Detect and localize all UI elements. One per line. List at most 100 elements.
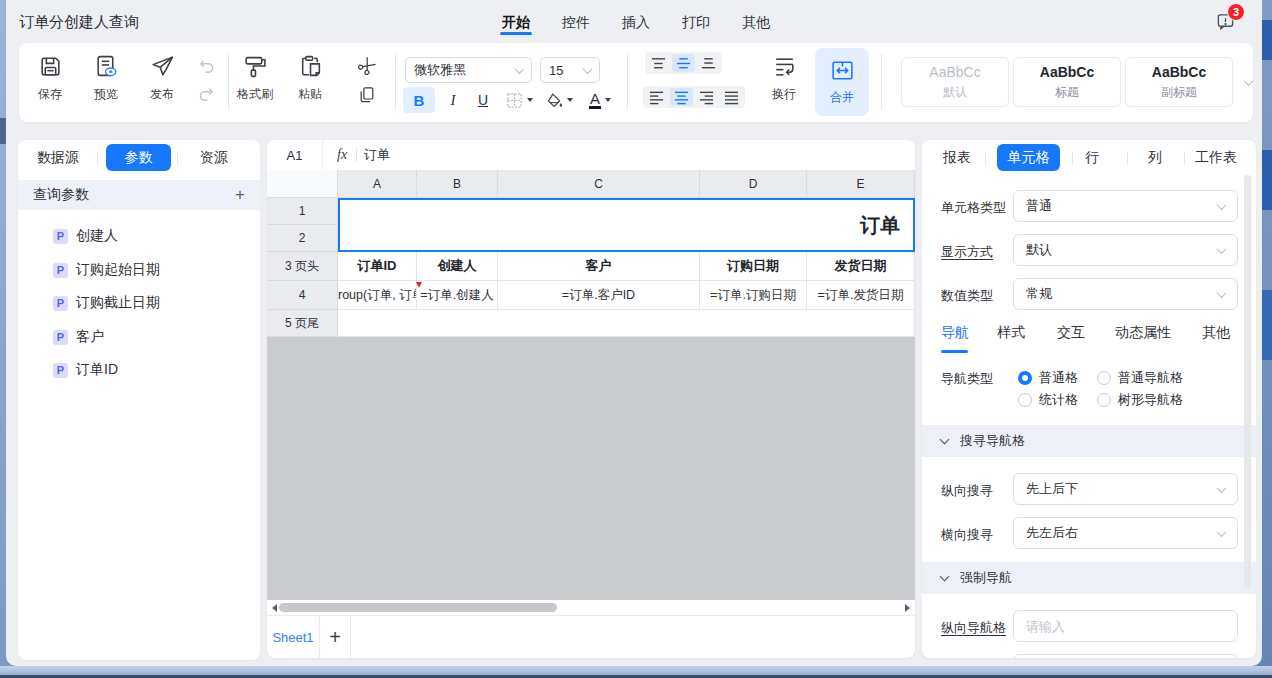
display-mode-select[interactable]: 默认 <box>1013 234 1238 266</box>
font-size-select[interactable]: 15 <box>540 57 600 83</box>
horizontal-search-select[interactable]: 先左后右 <box>1013 517 1238 549</box>
tab-resources[interactable]: 资源 <box>200 149 228 167</box>
scroll-left-icon[interactable] <box>272 604 277 612</box>
vertical-scrollbar-thumb[interactable] <box>1244 175 1251 588</box>
italic-button[interactable]: I <box>440 87 466 113</box>
cell-type-select[interactable]: 普通 <box>1013 190 1238 222</box>
tab-row[interactable]: 行 <box>1085 149 1099 167</box>
subtab-dynamic-props[interactable]: 动态属性 <box>1115 324 1171 342</box>
tab-parameters[interactable]: 参数 <box>106 144 171 171</box>
merge-cells-button[interactable]: 合并 <box>815 48 869 116</box>
cell-d3[interactable]: 订购日期 <box>700 252 807 281</box>
align-justify-button[interactable] <box>720 88 743 106</box>
tab-worksheet[interactable]: 工作表 <box>1195 149 1237 167</box>
align-right-button[interactable] <box>695 88 718 106</box>
cell-e4[interactable]: =订单.发货日期 <box>807 281 915 310</box>
publish-button[interactable]: 发布 <box>134 54 190 103</box>
borders-button[interactable] <box>500 87 538 113</box>
cell-c3[interactable]: 客户 <box>498 252 700 281</box>
vertical-search-select[interactable]: 先上后下 <box>1013 473 1238 505</box>
column-header-c[interactable]: C <box>498 170 700 198</box>
horizontal-nav-cell-input[interactable] <box>1013 654 1238 658</box>
format-painter-button[interactable]: 格式刷 <box>227 54 283 103</box>
row-header-2[interactable]: 2 <box>267 225 338 252</box>
radio-stat-cell[interactable]: 统计格 <box>1018 391 1078 409</box>
wrap-text-button[interactable]: 换行 <box>756 54 812 103</box>
cell-b3[interactable]: 创建人 <box>417 252 498 281</box>
copy-icon[interactable] <box>359 86 375 104</box>
column-header-a[interactable]: A <box>338 170 417 198</box>
tab-datasource[interactable]: 数据源 <box>37 149 79 167</box>
bold-button[interactable]: B <box>403 87 435 113</box>
column-header-d[interactable]: D <box>700 170 807 198</box>
formula-value[interactable]: 订单 <box>364 146 390 164</box>
style-preset-subtitle[interactable]: AaBbCc 副标题 <box>1125 57 1233 107</box>
undo-icon[interactable] <box>198 58 215 75</box>
subtab-interaction[interactable]: 交互 <box>1057 324 1085 342</box>
radio-normal-cell[interactable]: 普通格 <box>1018 369 1078 387</box>
radio-normal-nav-cell[interactable]: 普通导航格 <box>1097 369 1183 387</box>
add-param-button[interactable]: + <box>235 185 245 205</box>
param-item[interactable]: P 订购起始日期 <box>53 260 160 280</box>
align-top-button[interactable] <box>647 54 670 72</box>
param-item[interactable]: P 订单ID <box>53 360 118 380</box>
tab-print[interactable]: 打印 <box>682 14 710 32</box>
underline-button[interactable]: U <box>469 87 497 113</box>
cell-d4[interactable]: =订单.订购日期 <box>700 281 807 310</box>
search-nav-section-header[interactable]: 搜寻导航格 <box>922 425 1256 457</box>
merged-cell-selection[interactable]: 订单 <box>338 198 915 252</box>
paste-button[interactable]: 粘贴 <box>282 54 338 103</box>
radio-tree-nav-cell[interactable]: 树形导航格 <box>1097 391 1183 409</box>
row-header-3[interactable]: 3 页头 <box>267 252 338 281</box>
scrollbar-thumb[interactable] <box>279 603 557 612</box>
cell-a4[interactable]: roup(订单, 订单 <box>338 281 417 310</box>
column-header-b[interactable]: B <box>417 170 498 198</box>
param-item[interactable]: P 客户 <box>53 327 104 347</box>
subtab-others[interactable]: 其他 <box>1202 324 1230 342</box>
fill-color-button[interactable] <box>540 87 578 113</box>
tab-home[interactable]: 开始 <box>502 14 530 32</box>
value-type-select[interactable]: 常规 <box>1013 278 1238 310</box>
param-item[interactable]: P 订购截止日期 <box>53 293 160 313</box>
row-header-5[interactable]: 5 页尾 <box>267 310 338 337</box>
tab-column[interactable]: 列 <box>1148 149 1162 167</box>
column-header-e[interactable]: E <box>807 170 915 198</box>
sheet-tab[interactable]: Sheet1 <box>267 616 320 658</box>
scroll-right-icon[interactable] <box>905 604 910 612</box>
param-item[interactable]: P 创建人 <box>53 226 118 246</box>
subtab-style[interactable]: 样式 <box>997 324 1025 342</box>
tab-cell[interactable]: 单元格 <box>997 144 1060 171</box>
cell-e3[interactable]: 发货日期 <box>807 252 915 281</box>
align-bottom-button[interactable] <box>697 54 720 72</box>
vertical-nav-cell-input[interactable] <box>1013 610 1238 642</box>
cell-reference-box[interactable]: A1 <box>267 140 323 170</box>
style-preset-title[interactable]: AaBbCc 标题 <box>1013 57 1121 107</box>
horizontal-scrollbar[interactable] <box>267 600 915 615</box>
tab-widgets[interactable]: 控件 <box>562 14 590 32</box>
preview-button[interactable]: 预览 <box>78 54 134 103</box>
font-family-select[interactable]: 微软雅黑 <box>405 57 532 83</box>
more-styles-chevron-icon[interactable] <box>1244 76 1254 86</box>
align-left-button[interactable] <box>645 88 668 106</box>
force-nav-section-header[interactable]: 强制导航 <box>922 562 1256 594</box>
corner-cell[interactable] <box>267 170 338 198</box>
cell-b4[interactable]: =订单.创建人 <box>417 281 498 310</box>
font-color-button[interactable]: A <box>580 87 620 113</box>
tab-others[interactable]: 其他 <box>742 14 770 32</box>
redo-icon[interactable] <box>198 86 215 103</box>
save-button[interactable]: 保存 <box>22 54 78 103</box>
tab-insert[interactable]: 插入 <box>622 14 650 32</box>
style-preset-default[interactable]: AaBbCc 默认 <box>901 57 1009 107</box>
tab-report[interactable]: 报表 <box>943 149 971 167</box>
cut-icon[interactable] <box>358 57 376 75</box>
cell-c4[interactable]: =订单.客户ID <box>498 281 700 310</box>
add-sheet-button[interactable]: + <box>320 616 351 658</box>
merge-cells-label: 合并 <box>830 89 854 106</box>
row-header-1[interactable]: 1 <box>267 198 338 225</box>
row-header-4[interactable]: 4 <box>267 281 338 310</box>
align-center-button[interactable] <box>670 88 693 106</box>
subtab-navigation[interactable]: 导航 <box>941 324 969 342</box>
row-5-cells[interactable] <box>338 310 915 337</box>
align-middle-button[interactable] <box>672 54 695 72</box>
cell-a3[interactable]: 订单ID <box>338 252 417 281</box>
